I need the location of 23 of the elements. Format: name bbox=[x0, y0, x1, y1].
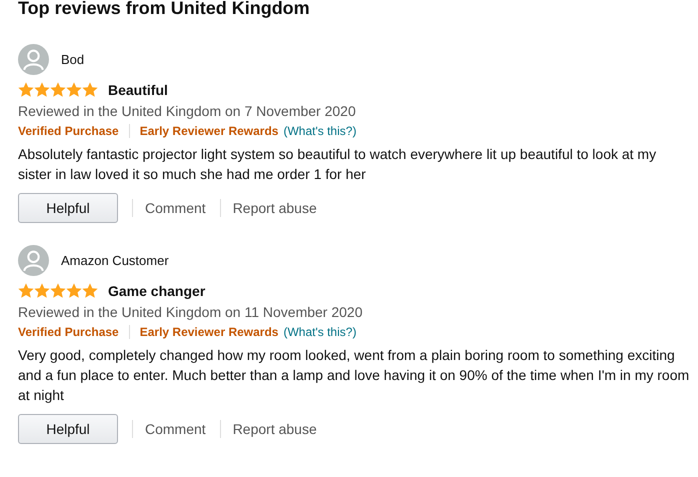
whats-this-link[interactable]: (What's this?) bbox=[283, 121, 356, 141]
helpful-button[interactable]: Helpful bbox=[18, 414, 118, 444]
reviewer-rewards-label: Early Reviewer Rewards bbox=[140, 123, 278, 140]
review-title[interactable]: Game changer bbox=[108, 283, 206, 299]
reviewer-name[interactable]: Bod bbox=[61, 52, 84, 66]
verified-purchase-label: Verified Purchase bbox=[18, 324, 119, 341]
review-date: Reviewed in the United Kingdom on 7 November 2020 bbox=[18, 102, 357, 121]
review-title[interactable]: Beautiful bbox=[108, 82, 168, 98]
comment-link[interactable]: Comment bbox=[145, 200, 206, 216]
helpful-button[interactable]: Helpful bbox=[18, 193, 118, 223]
section-heading: Top reviews from United Kingdom bbox=[18, 0, 311, 20]
report-abuse-link[interactable]: Report abuse bbox=[232, 421, 317, 437]
comment-link[interactable]: Comment bbox=[145, 421, 206, 437]
reviewer-name[interactable]: Amazon Customer bbox=[61, 252, 169, 268]
review-text: Very good, completely changed how my room looked, went from a plain boring room to something exciting and a fun place to enter. Much better than a lamp and love having it on 90% of the time when I'm in my room at night bbox=[18, 346, 690, 405]
verified-purchase-label: Verified Purchase bbox=[18, 123, 119, 140]
avatar-icon bbox=[18, 44, 49, 74]
review-date: Reviewed in the United Kingdom on 11 November 2020 bbox=[18, 303, 364, 322]
review-text: Absolutely fantastic projector light system so beautiful to watch everywhere lit up beautiful to look at my sister in law loved it so much she had me order 1 for her bbox=[18, 145, 658, 184]
whats-this-link[interactable]: (What's this?) bbox=[283, 322, 356, 342]
report-abuse-link[interactable]: Report abuse bbox=[232, 200, 317, 216]
reviewer-rewards-label: Early Reviewer Rewards bbox=[140, 324, 278, 341]
avatar-icon bbox=[18, 244, 49, 276]
